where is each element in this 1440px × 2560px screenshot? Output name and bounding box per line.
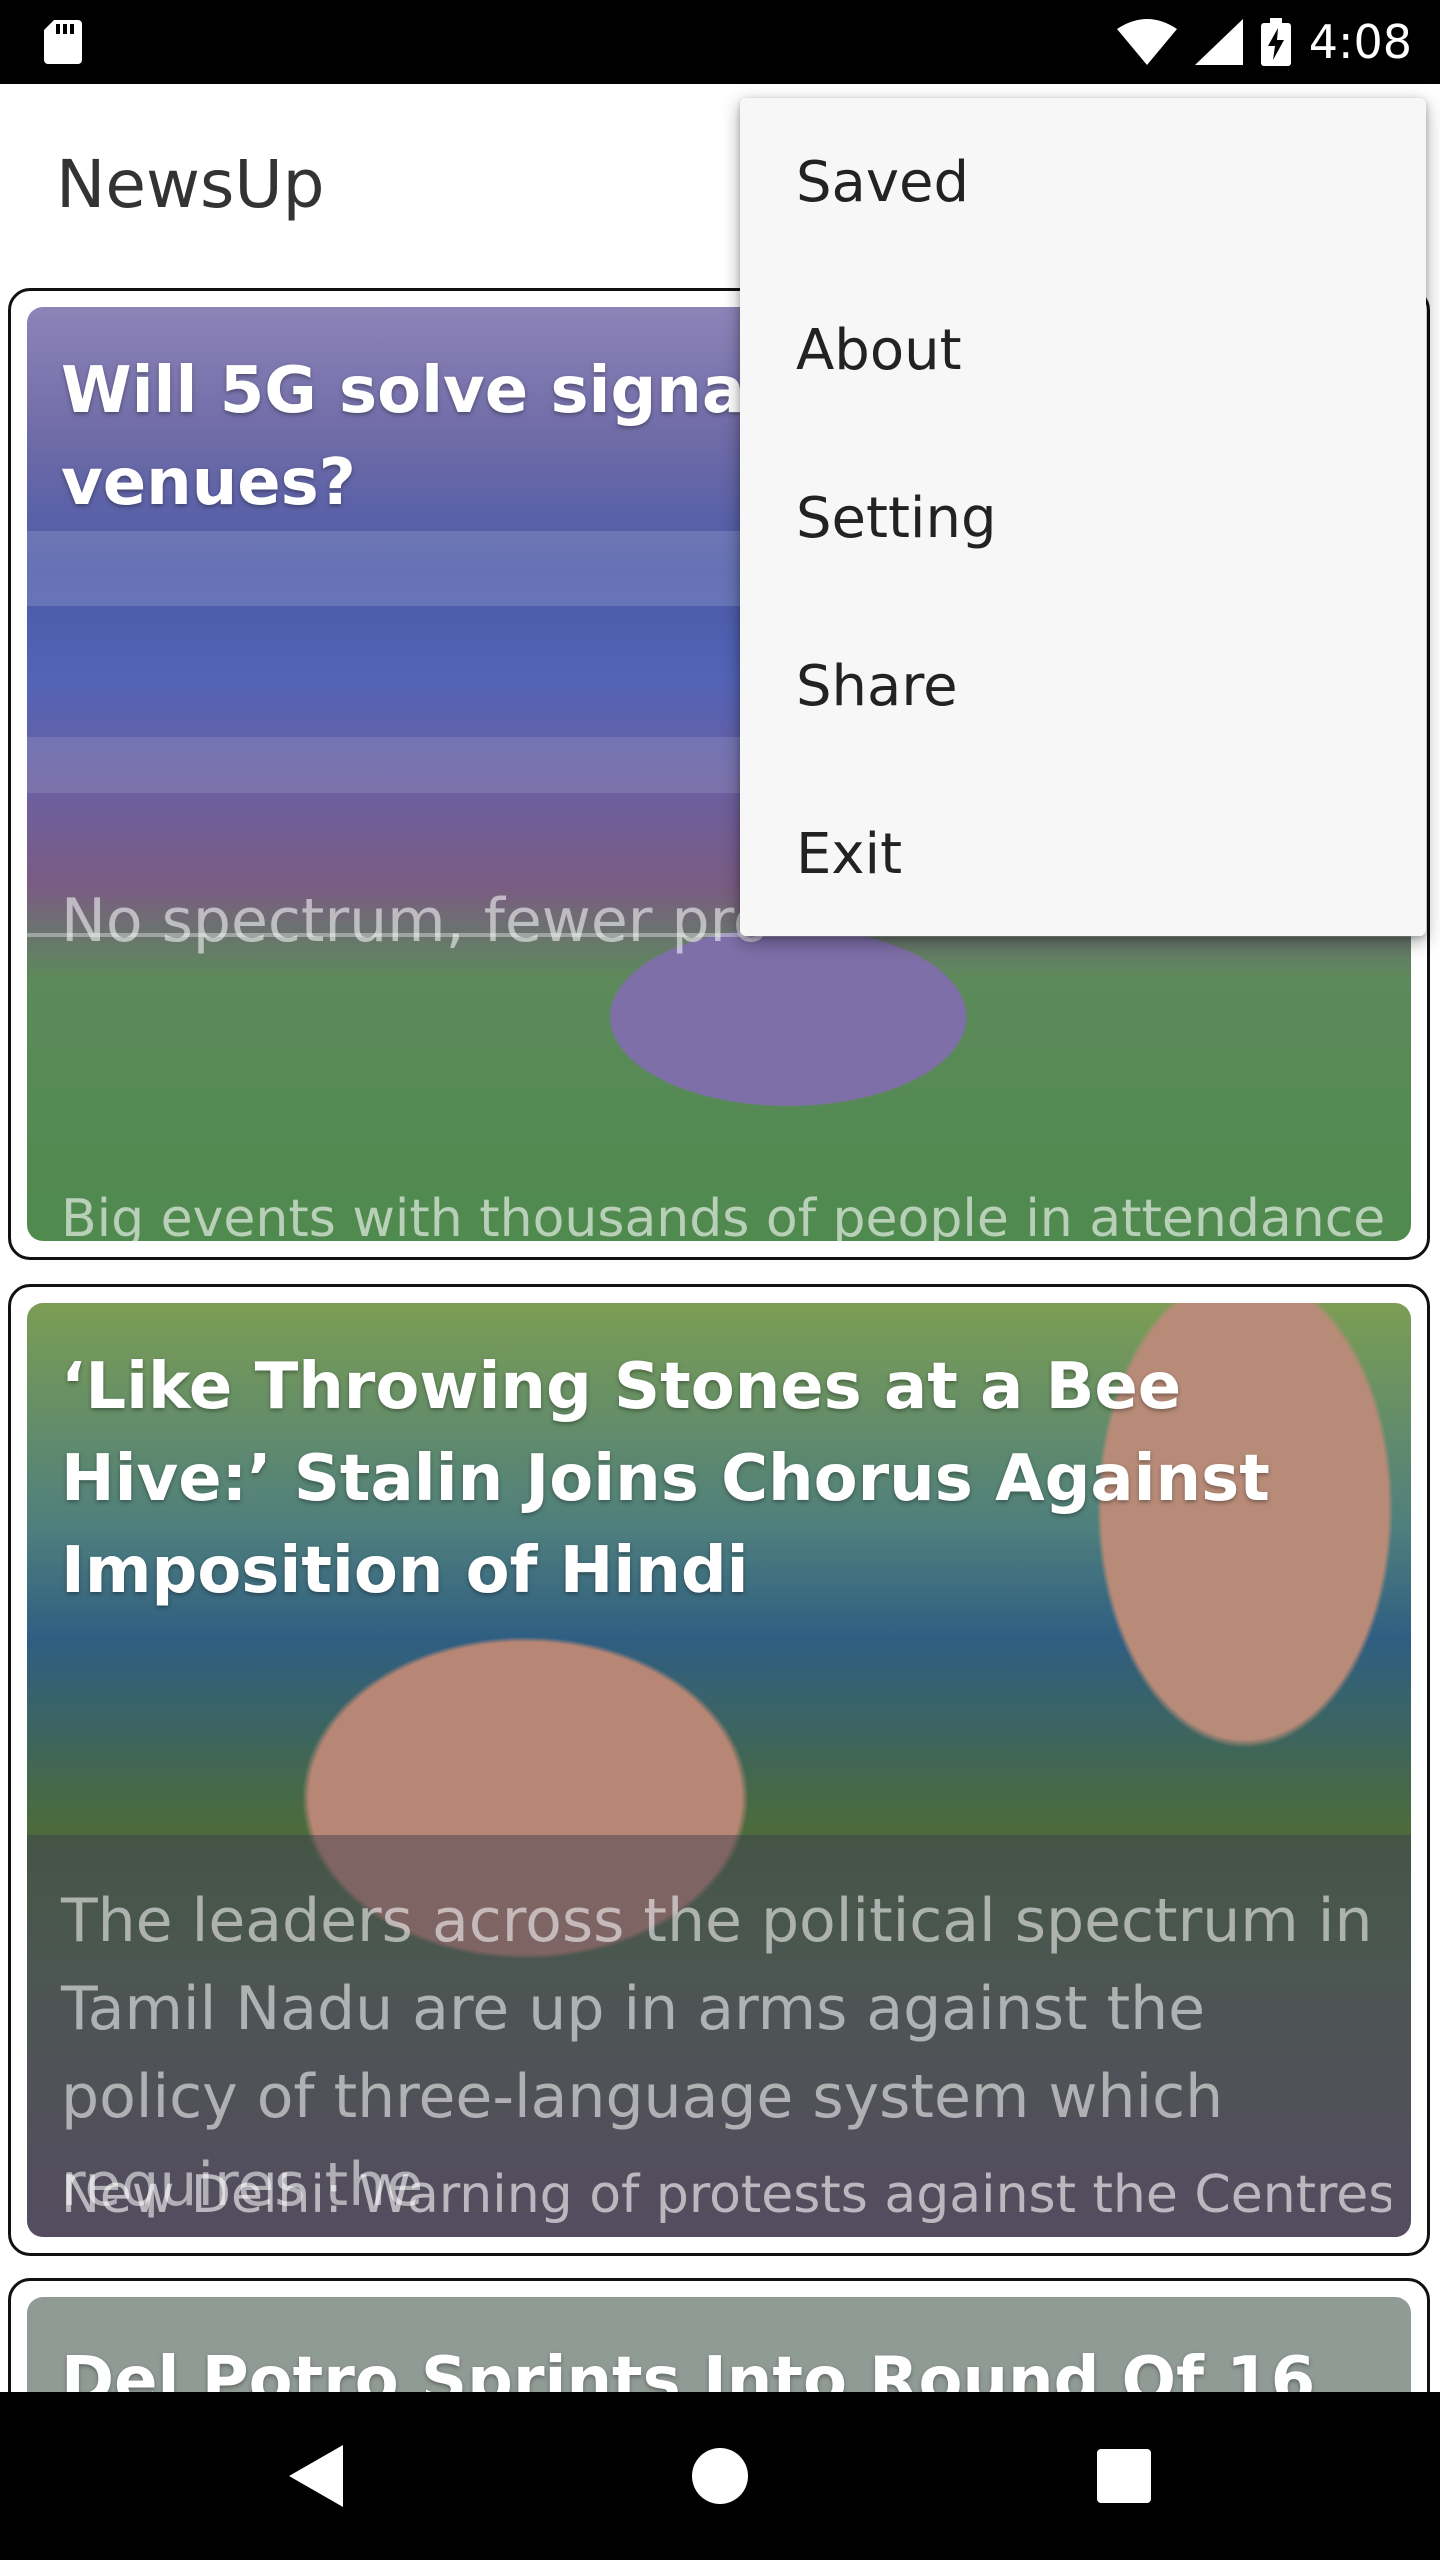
- article-image: Del Potro Sprints Into Round Of 16: [27, 2297, 1411, 2392]
- home-icon: [692, 2448, 748, 2504]
- sd-card-icon: [44, 20, 82, 64]
- article-image: ‘Like Throwing Stones at a Bee Hive:’ St…: [27, 1303, 1411, 2237]
- news-card[interactable]: ‘Like Throwing Stones at a Bee Hive:’ St…: [8, 1284, 1430, 2256]
- status-bar: 4:08: [0, 0, 1440, 84]
- back-button[interactable]: [216, 2392, 416, 2560]
- overflow-menu: Saved About Setting Share Exit: [740, 98, 1426, 936]
- news-card[interactable]: Del Potro Sprints Into Round Of 16: [8, 2278, 1430, 2392]
- recents-icon: [1097, 2449, 1151, 2503]
- article-title: ‘Like Throwing Stones at a Bee Hive:’ St…: [61, 1350, 1270, 1608]
- article-title: Del Potro Sprints Into Round Of 16: [61, 2344, 1316, 2392]
- navigation-bar: [0, 2392, 1440, 2560]
- back-icon: [289, 2445, 343, 2507]
- battery-charging-icon: [1260, 18, 1291, 66]
- article-snippet: New Delhi: Warning of protests against t…: [61, 2165, 1391, 2225]
- menu-item-saved[interactable]: Saved: [740, 98, 1426, 266]
- menu-item-share[interactable]: Share: [740, 602, 1426, 770]
- recents-button[interactable]: [1024, 2392, 1224, 2560]
- menu-item-about[interactable]: About: [740, 266, 1426, 434]
- article-snippet: Big events with thousands of people in a…: [61, 1189, 1391, 1241]
- app-title: NewsUp: [56, 146, 325, 223]
- wifi-icon: [1116, 19, 1177, 65]
- cell-signal-icon: [1194, 19, 1243, 65]
- home-button[interactable]: [620, 2392, 820, 2560]
- menu-item-exit[interactable]: Exit: [740, 770, 1426, 938]
- menu-item-setting[interactable]: Setting: [740, 434, 1426, 602]
- status-time: 4:08: [1308, 15, 1412, 69]
